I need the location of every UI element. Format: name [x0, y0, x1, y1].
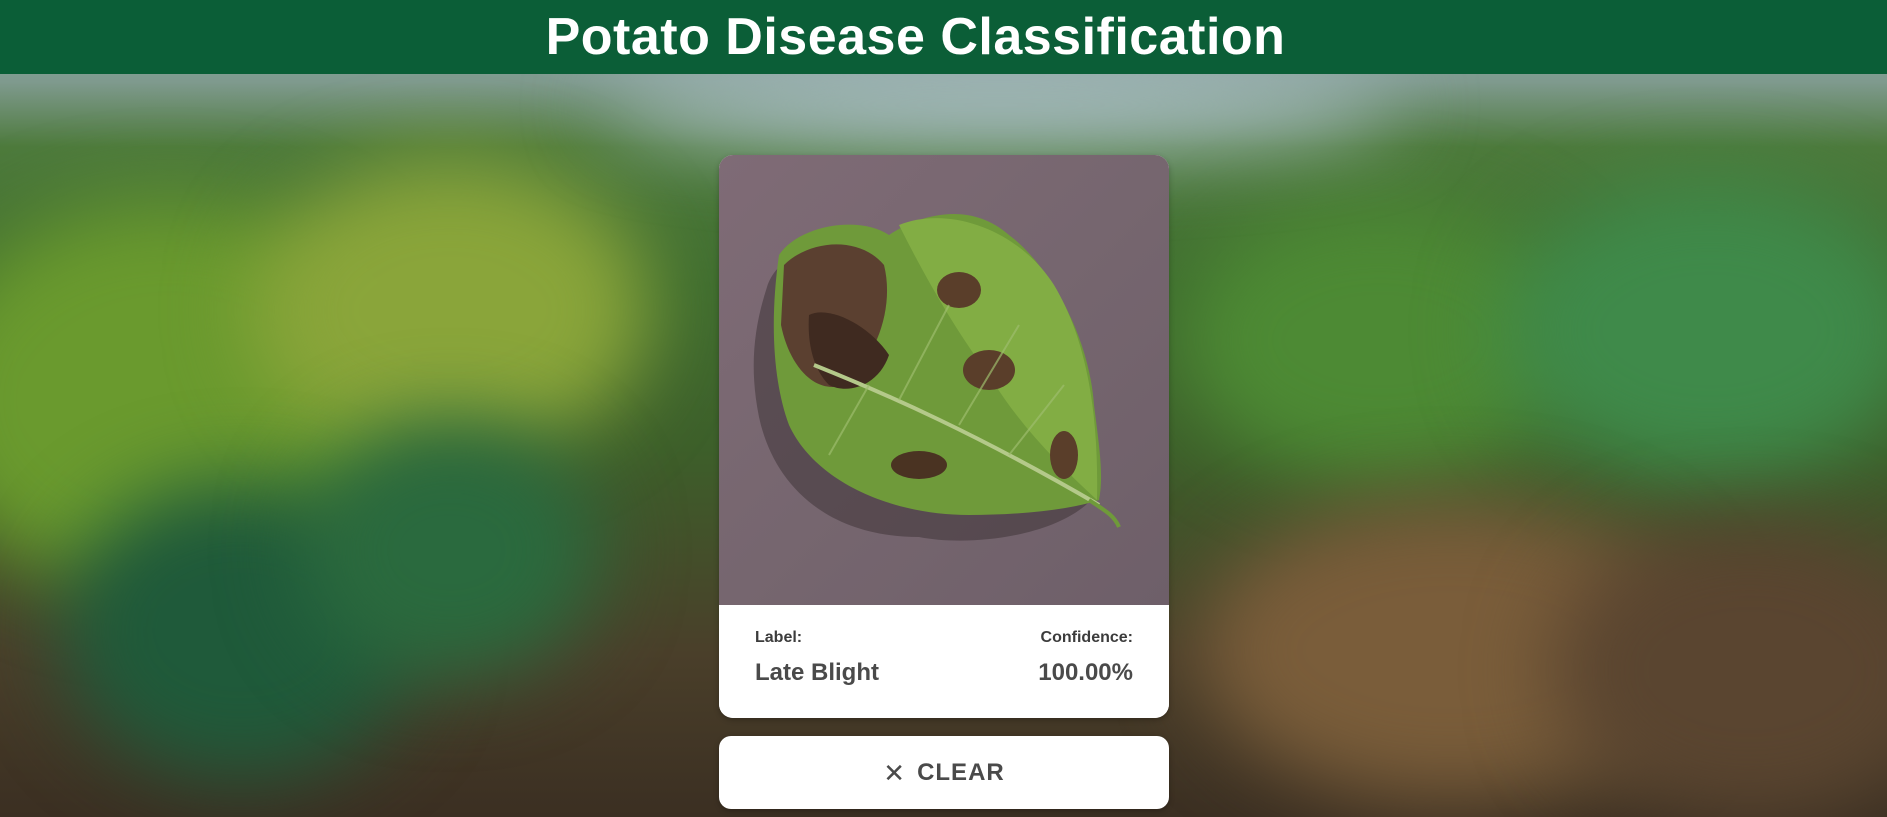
label-caption: Label: — [755, 629, 803, 646]
close-icon: ✕ — [883, 757, 906, 788]
leaf-image — [719, 155, 1169, 605]
result-card: Label: Late Blight Confidence: 100.00% — [719, 155, 1169, 718]
prediction-result: Label: Late Blight Confidence: 100.00% — [719, 605, 1169, 718]
clear-button-label: CLEAR — [917, 758, 1005, 786]
clear-button[interactable]: ✕ CLEAR — [719, 736, 1169, 809]
label-value: Late Blight — [755, 659, 879, 686]
confidence-caption: Confidence: — [1040, 629, 1133, 646]
page-title: Potato Disease Classification — [545, 8, 1286, 66]
confidence-value: 100.00% — [1038, 659, 1133, 686]
app-header: Potato Disease Classification — [0, 0, 1887, 74]
